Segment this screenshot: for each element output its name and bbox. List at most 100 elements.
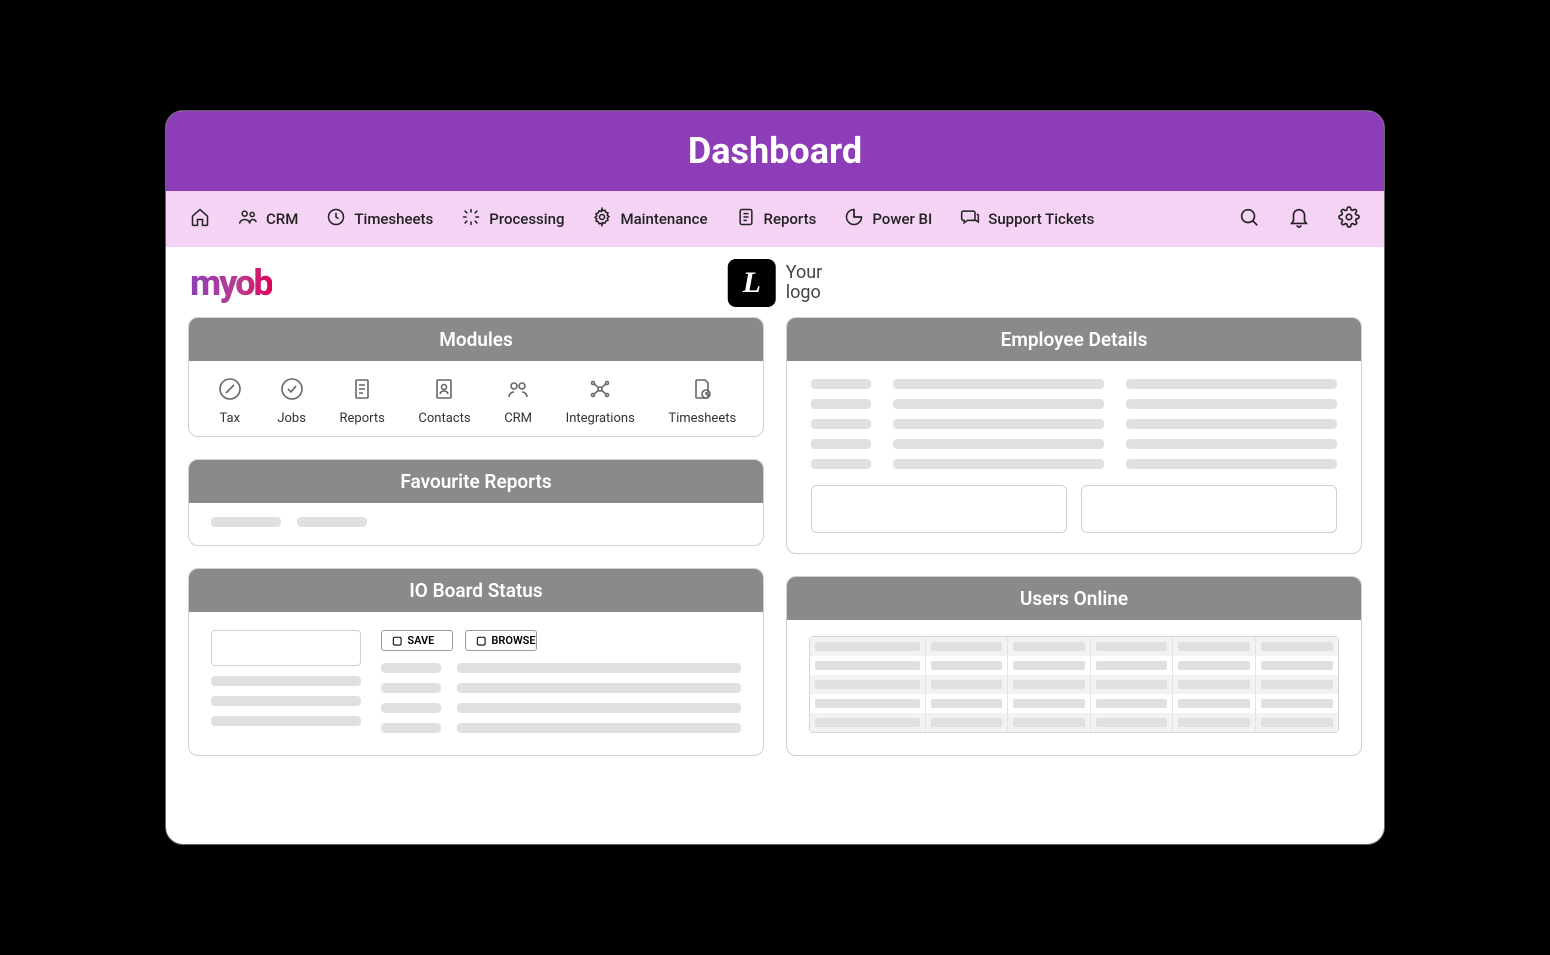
io-board-header: IO Board Status	[189, 569, 763, 612]
placeholder	[381, 683, 441, 693]
modules-header: Modules	[189, 318, 763, 361]
nav-processing[interactable]: Processing	[461, 207, 564, 231]
nav-processing-label: Processing	[489, 210, 564, 228]
placeholder	[457, 663, 741, 673]
placeholder	[211, 716, 361, 726]
contacts-icon	[430, 375, 458, 403]
placeholder	[211, 696, 361, 706]
nav-home[interactable]	[190, 207, 210, 231]
table-row	[810, 694, 1338, 713]
placeholder	[211, 517, 281, 527]
nav-tickets-label: Support Tickets	[988, 210, 1094, 228]
placeholder	[1126, 379, 1337, 389]
file-icon	[348, 375, 376, 403]
table-row	[810, 656, 1338, 675]
employee-header: Employee Details	[787, 318, 1361, 361]
table-row	[810, 637, 1338, 656]
nav-powerbi-label: Power BI	[872, 210, 932, 228]
spinner-icon	[461, 207, 481, 231]
logo-row: myob L Your logo	[166, 247, 1384, 317]
module-reports[interactable]: Reports	[340, 375, 385, 426]
nav-crm[interactable]: CRM	[238, 207, 298, 231]
users-online-header: Users Online	[787, 577, 1361, 620]
company-logo: L Your logo	[728, 259, 823, 307]
save-icon: ▢	[392, 634, 402, 647]
table-row	[810, 675, 1338, 694]
home-icon	[190, 207, 210, 231]
document-icon	[736, 207, 756, 231]
placeholder	[811, 439, 871, 449]
nav-maintenance[interactable]: Maintenance	[592, 207, 707, 231]
clock-icon	[326, 207, 346, 231]
nav-powerbi[interactable]: Power BI	[844, 207, 932, 231]
percent-icon	[216, 375, 244, 403]
placeholder	[1126, 399, 1337, 409]
logo-text: Your logo	[786, 263, 823, 303]
placeholder	[811, 379, 871, 389]
module-jobs[interactable]: Jobs	[277, 375, 306, 426]
employee-card: Employee Details	[786, 317, 1362, 554]
nav-reports[interactable]: Reports	[736, 207, 817, 231]
search-button[interactable]	[1238, 206, 1260, 232]
placeholder	[457, 703, 741, 713]
module-crm[interactable]: CRM	[504, 375, 532, 426]
placeholder	[1126, 419, 1337, 429]
chat-icon	[960, 207, 980, 231]
app-window: Dashboard CRM Timesheets Processing Main…	[165, 110, 1385, 845]
titlebar: Dashboard	[166, 111, 1384, 191]
save-button[interactable]: ▢SAVE	[381, 630, 453, 651]
io-board-card: IO Board Status ▢SAVE ▢BROWSE	[188, 568, 764, 756]
placeholder	[893, 439, 1104, 449]
placeholder	[211, 676, 361, 686]
table-row	[810, 713, 1338, 732]
placeholder	[381, 663, 441, 673]
notifications-button[interactable]	[1288, 206, 1310, 232]
nav-timesheets[interactable]: Timesheets	[326, 207, 433, 231]
myob-logo: myob	[190, 262, 272, 304]
placeholder	[381, 723, 441, 733]
nav-timesheets-label: Timesheets	[354, 210, 433, 228]
fav-reports-header: Favourite Reports	[189, 460, 763, 503]
placeholder	[297, 517, 367, 527]
gear-icon	[1338, 206, 1360, 232]
piechart-icon	[844, 207, 864, 231]
gear-icon	[592, 207, 612, 231]
check-circle-icon	[278, 375, 306, 403]
fav-reports-card: Favourite Reports	[188, 459, 764, 546]
placeholder	[893, 379, 1104, 389]
file-clock-icon	[688, 375, 716, 403]
placeholder	[811, 459, 871, 469]
nav-tickets[interactable]: Support Tickets	[960, 207, 1094, 231]
placeholder-box	[211, 630, 361, 666]
bell-icon	[1288, 206, 1310, 232]
modules-card: Modules Tax Jobs Reports	[188, 317, 764, 437]
module-tax[interactable]: Tax	[216, 375, 244, 426]
placeholder	[1126, 459, 1337, 469]
placeholder	[457, 723, 741, 733]
placeholder	[457, 683, 741, 693]
placeholder	[381, 703, 441, 713]
placeholder	[893, 399, 1104, 409]
people-icon	[504, 375, 532, 403]
nav-reports-label: Reports	[764, 210, 817, 228]
users-online-card: Users Online	[786, 576, 1362, 756]
placeholder	[893, 459, 1104, 469]
browse-button[interactable]: ▢BROWSE	[465, 630, 537, 651]
people-icon	[238, 207, 258, 231]
placeholder	[811, 399, 871, 409]
settings-button[interactable]	[1338, 206, 1360, 232]
placeholder-box	[811, 485, 1067, 533]
browse-icon: ▢	[476, 634, 486, 647]
module-integrations[interactable]: Integrations	[566, 375, 635, 426]
logo-mark: L	[728, 259, 776, 307]
module-timesheets[interactable]: Timesheets	[668, 375, 736, 426]
placeholder	[811, 419, 871, 429]
placeholder-box	[1081, 485, 1337, 533]
module-contacts[interactable]: Contacts	[418, 375, 470, 426]
navbar: CRM Timesheets Processing Maintenance Re…	[166, 191, 1384, 247]
nav-crm-label: CRM	[266, 210, 298, 228]
users-table	[809, 636, 1339, 733]
nav-maintenance-label: Maintenance	[620, 210, 707, 228]
page-title: Dashboard	[688, 130, 862, 172]
placeholder	[893, 419, 1104, 429]
